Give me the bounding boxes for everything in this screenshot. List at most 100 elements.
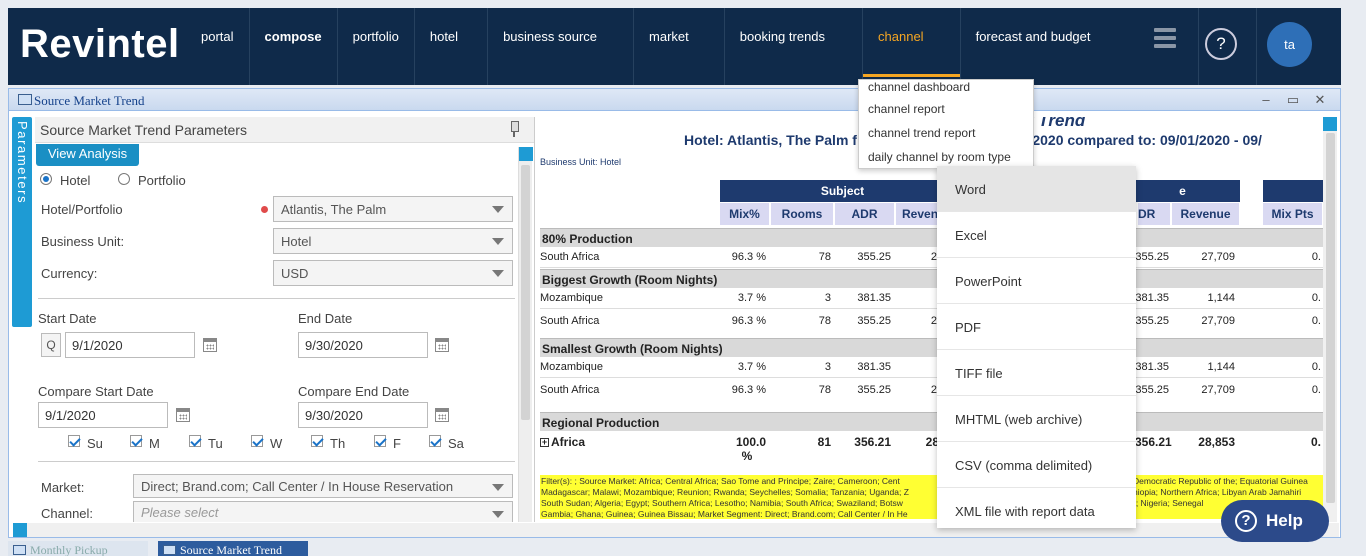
export-xml[interactable]: XML file with report data (937, 488, 1136, 528)
nav-forecast-and-budget[interactable]: forecast and budget (959, 8, 1106, 85)
export-word[interactable]: Word (937, 166, 1136, 212)
cell-mix-pts: 0. (1311, 384, 1321, 396)
nav-market[interactable]: market (633, 8, 724, 85)
cell-adr-compare: 381.35 (1135, 361, 1169, 373)
divider (38, 461, 515, 462)
calendar-icon[interactable] (176, 408, 190, 422)
radio-hotel-label: Hotel (60, 173, 91, 188)
menu-item-channel-dashboard[interactable]: channel dashboard (859, 80, 1033, 98)
nav-business-source[interactable]: business source (487, 8, 633, 85)
calendar-icon[interactable] (203, 338, 217, 352)
view-analysis-button[interactable]: View Analysis (36, 144, 139, 166)
hotel-select[interactable]: Atlantis, The Palm (273, 196, 513, 222)
compare-end-input[interactable] (298, 402, 428, 428)
parameters-scrollbar[interactable] (518, 147, 533, 522)
channel-select[interactable]: Please select (133, 501, 513, 522)
scroll-thumb[interactable] (1326, 133, 1335, 503)
scroll-up-icon[interactable] (1323, 117, 1337, 131)
hotel-select-value: Atlantis, The Palm (281, 202, 387, 217)
taskbar-tab-monthly-pickup[interactable]: Monthly Pickup (8, 541, 148, 556)
col-adr-compare: DR (1138, 203, 1171, 225)
calendar-icon[interactable] (435, 338, 449, 352)
radio-hotel[interactable] (40, 173, 52, 185)
export-excel[interactable]: Excel (937, 212, 1136, 258)
hamburger-menu-icon[interactable] (1154, 28, 1176, 48)
help-button[interactable]: ? Help (1221, 500, 1329, 542)
scroll-left-icon[interactable] (13, 523, 27, 537)
cell-rooms: 78 (818, 315, 831, 327)
col-rooms: Rooms (771, 203, 834, 225)
export-mhtml[interactable]: MHTML (web archive) (937, 396, 1136, 442)
calendar-icon[interactable] (435, 408, 449, 422)
cell-revenue-compare: 27,709 (1201, 315, 1235, 327)
quick-date-button[interactable]: Q (41, 333, 61, 357)
pin-icon[interactable] (510, 121, 519, 137)
cell-mix-pts: 0. (1311, 361, 1321, 373)
section-80-production: 80% Production (540, 228, 1323, 247)
market-select[interactable]: Direct; Brand.com; Call Center / In Hous… (133, 474, 513, 498)
end-date-input[interactable] (298, 332, 428, 358)
cell-mix: 3.7 % (737, 292, 766, 304)
menu-item-channel-trend-report[interactable]: channel trend report (859, 122, 1033, 146)
channel-select-placeholder: Please select (141, 505, 219, 520)
day-checkbox-su[interactable] (68, 435, 80, 447)
day-label: Su (87, 436, 103, 451)
cell-revenue-compare: 27,709 (1201, 251, 1235, 263)
day-checkbox-th[interactable] (311, 435, 323, 447)
nav-compose[interactable]: compose (248, 8, 337, 85)
report-subtitle-right: /30/2020 compared to: 09/01/2020 - 09/ (1009, 132, 1262, 148)
close-icon[interactable]: ✕ (1313, 92, 1327, 108)
export-csv[interactable]: CSV (comma delimited) (937, 442, 1136, 488)
taskbar-tab-source-market-trend[interactable]: Source Market Trend (158, 541, 308, 556)
nav-booking-trends[interactable]: booking trends (723, 8, 862, 85)
help-icon[interactable]: ? (1205, 28, 1237, 60)
currency-value: USD (281, 266, 309, 281)
nav-hotel[interactable]: hotel (413, 8, 487, 85)
day-checkbox-m[interactable] (130, 435, 142, 447)
app-logo[interactable]: Revintel (20, 22, 180, 67)
maximize-icon[interactable]: ▭ (1286, 92, 1300, 108)
business-unit-select[interactable]: Hotel (273, 228, 513, 254)
minimize-icon[interactable]: – (1259, 92, 1273, 107)
scroll-up-icon[interactable] (519, 147, 533, 161)
currency-select[interactable]: USD (273, 260, 513, 286)
export-pdf[interactable]: PDF (937, 304, 1136, 350)
day-checkbox-f[interactable] (374, 435, 386, 447)
cell-revenue: 2 (930, 315, 937, 327)
cell-rooms: 78 (818, 251, 831, 263)
row-label: Mozambique (540, 361, 603, 373)
col-mix: Mix% (720, 203, 770, 225)
parameters-side-tab[interactable]: Source Market Trend Parameters (12, 117, 45, 327)
scroll-thumb[interactable] (521, 165, 530, 420)
radio-portfolio-label: Portfolio (138, 173, 186, 188)
nav-portfolio[interactable]: portfolio (336, 8, 414, 85)
cell-revenue: 2 (930, 384, 937, 396)
export-powerpoint[interactable]: PowerPoint (937, 258, 1136, 304)
currency-label: Currency: (41, 266, 98, 281)
nav-portal[interactable]: portal (186, 8, 249, 85)
report-scrollbar[interactable] (1323, 117, 1337, 522)
user-avatar[interactable]: ta (1267, 22, 1312, 67)
required-dot-icon (261, 206, 268, 213)
chevron-down-icon (492, 238, 504, 245)
row-africa[interactable]: + Africa (540, 435, 585, 449)
radio-portfolio[interactable] (118, 173, 130, 185)
export-tiff[interactable]: TIFF file (937, 350, 1136, 396)
cell-revenue: 2 (930, 251, 937, 263)
cell-mix: 96.3 % (731, 251, 766, 263)
start-date-input[interactable] (65, 332, 195, 358)
row-label: South Africa (540, 315, 600, 327)
report-viewer: ket Trend Hotel: Atlantis, The Palm f /3… (539, 117, 1323, 522)
cell-revenue-compare: 1,144 (1207, 292, 1235, 304)
row-divider (540, 267, 1323, 268)
day-checkbox-w[interactable] (251, 435, 263, 447)
day-checkbox-sa[interactable] (429, 435, 441, 447)
expand-plus-icon[interactable]: + (540, 438, 549, 447)
row-africa-label: Africa (551, 435, 586, 449)
nav-separator (1198, 8, 1199, 85)
menu-item-channel-report[interactable]: channel report (859, 98, 1033, 122)
horizontal-scrollbar[interactable] (13, 523, 1339, 537)
compare-start-input[interactable] (38, 402, 168, 428)
nav-channel[interactable]: channel (862, 8, 960, 85)
day-checkbox-tu[interactable] (189, 435, 201, 447)
